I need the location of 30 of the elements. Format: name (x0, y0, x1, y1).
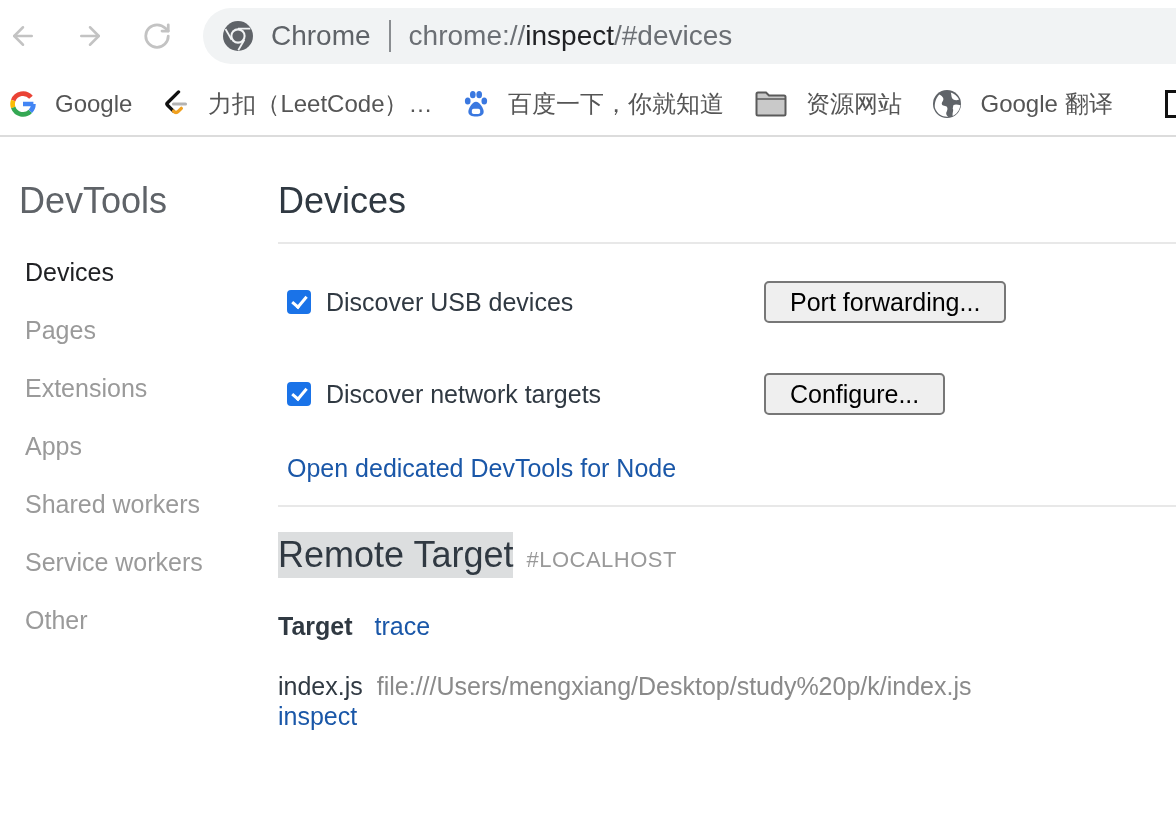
globe-icon (933, 89, 962, 118)
bookmark[interactable]: 力扣（LeetCode）… (163, 87, 433, 120)
browser-logo-icon (223, 21, 253, 51)
page-title: Devices (278, 181, 407, 221)
site-label: Chrome (271, 20, 371, 52)
settings-button[interactable]: Port forwarding... (764, 281, 1007, 323)
bookmark[interactable]: Google (10, 89, 133, 118)
g-logo-icon (10, 90, 36, 117)
bookmark[interactable]: 百度一下，你就知道 (463, 87, 725, 120)
checkbox-label: Discover USB devices (326, 287, 574, 317)
checkbox[interactable] (287, 382, 311, 406)
paw-icon (463, 89, 490, 118)
sidebar-item[interactable]: Devices (25, 257, 114, 287)
bookmark[interactable]: 资源网站 (755, 87, 903, 120)
folder-icon (755, 90, 788, 117)
address-bar[interactable]: Chrome chrome://inspect/#devices (203, 8, 1176, 64)
section-title: Remote Target (278, 532, 514, 578)
inspect-link[interactable]: inspect (278, 701, 358, 731)
bookmark[interactable]: Google 翻译 (933, 87, 1113, 120)
devtools-link[interactable]: Open dedicated DevTools for Node (287, 453, 677, 483)
sidebar-title: DevTools (19, 181, 168, 221)
url-text: chrome://inspect/#devices (408, 20, 733, 52)
trace-link[interactable]: trace (374, 611, 431, 641)
settings-button[interactable]: Configure... (764, 373, 946, 415)
checkbox-label: Discover network targets (326, 379, 602, 409)
checkbox[interactable] (287, 290, 311, 314)
target-url: file:///Users/mengxiang/Desktop/study%20p/k/index.js (376, 671, 972, 701)
target-name: index.js (278, 671, 363, 701)
target-label: Target (278, 611, 353, 641)
host-label: #LOCALHOST (526, 547, 677, 573)
